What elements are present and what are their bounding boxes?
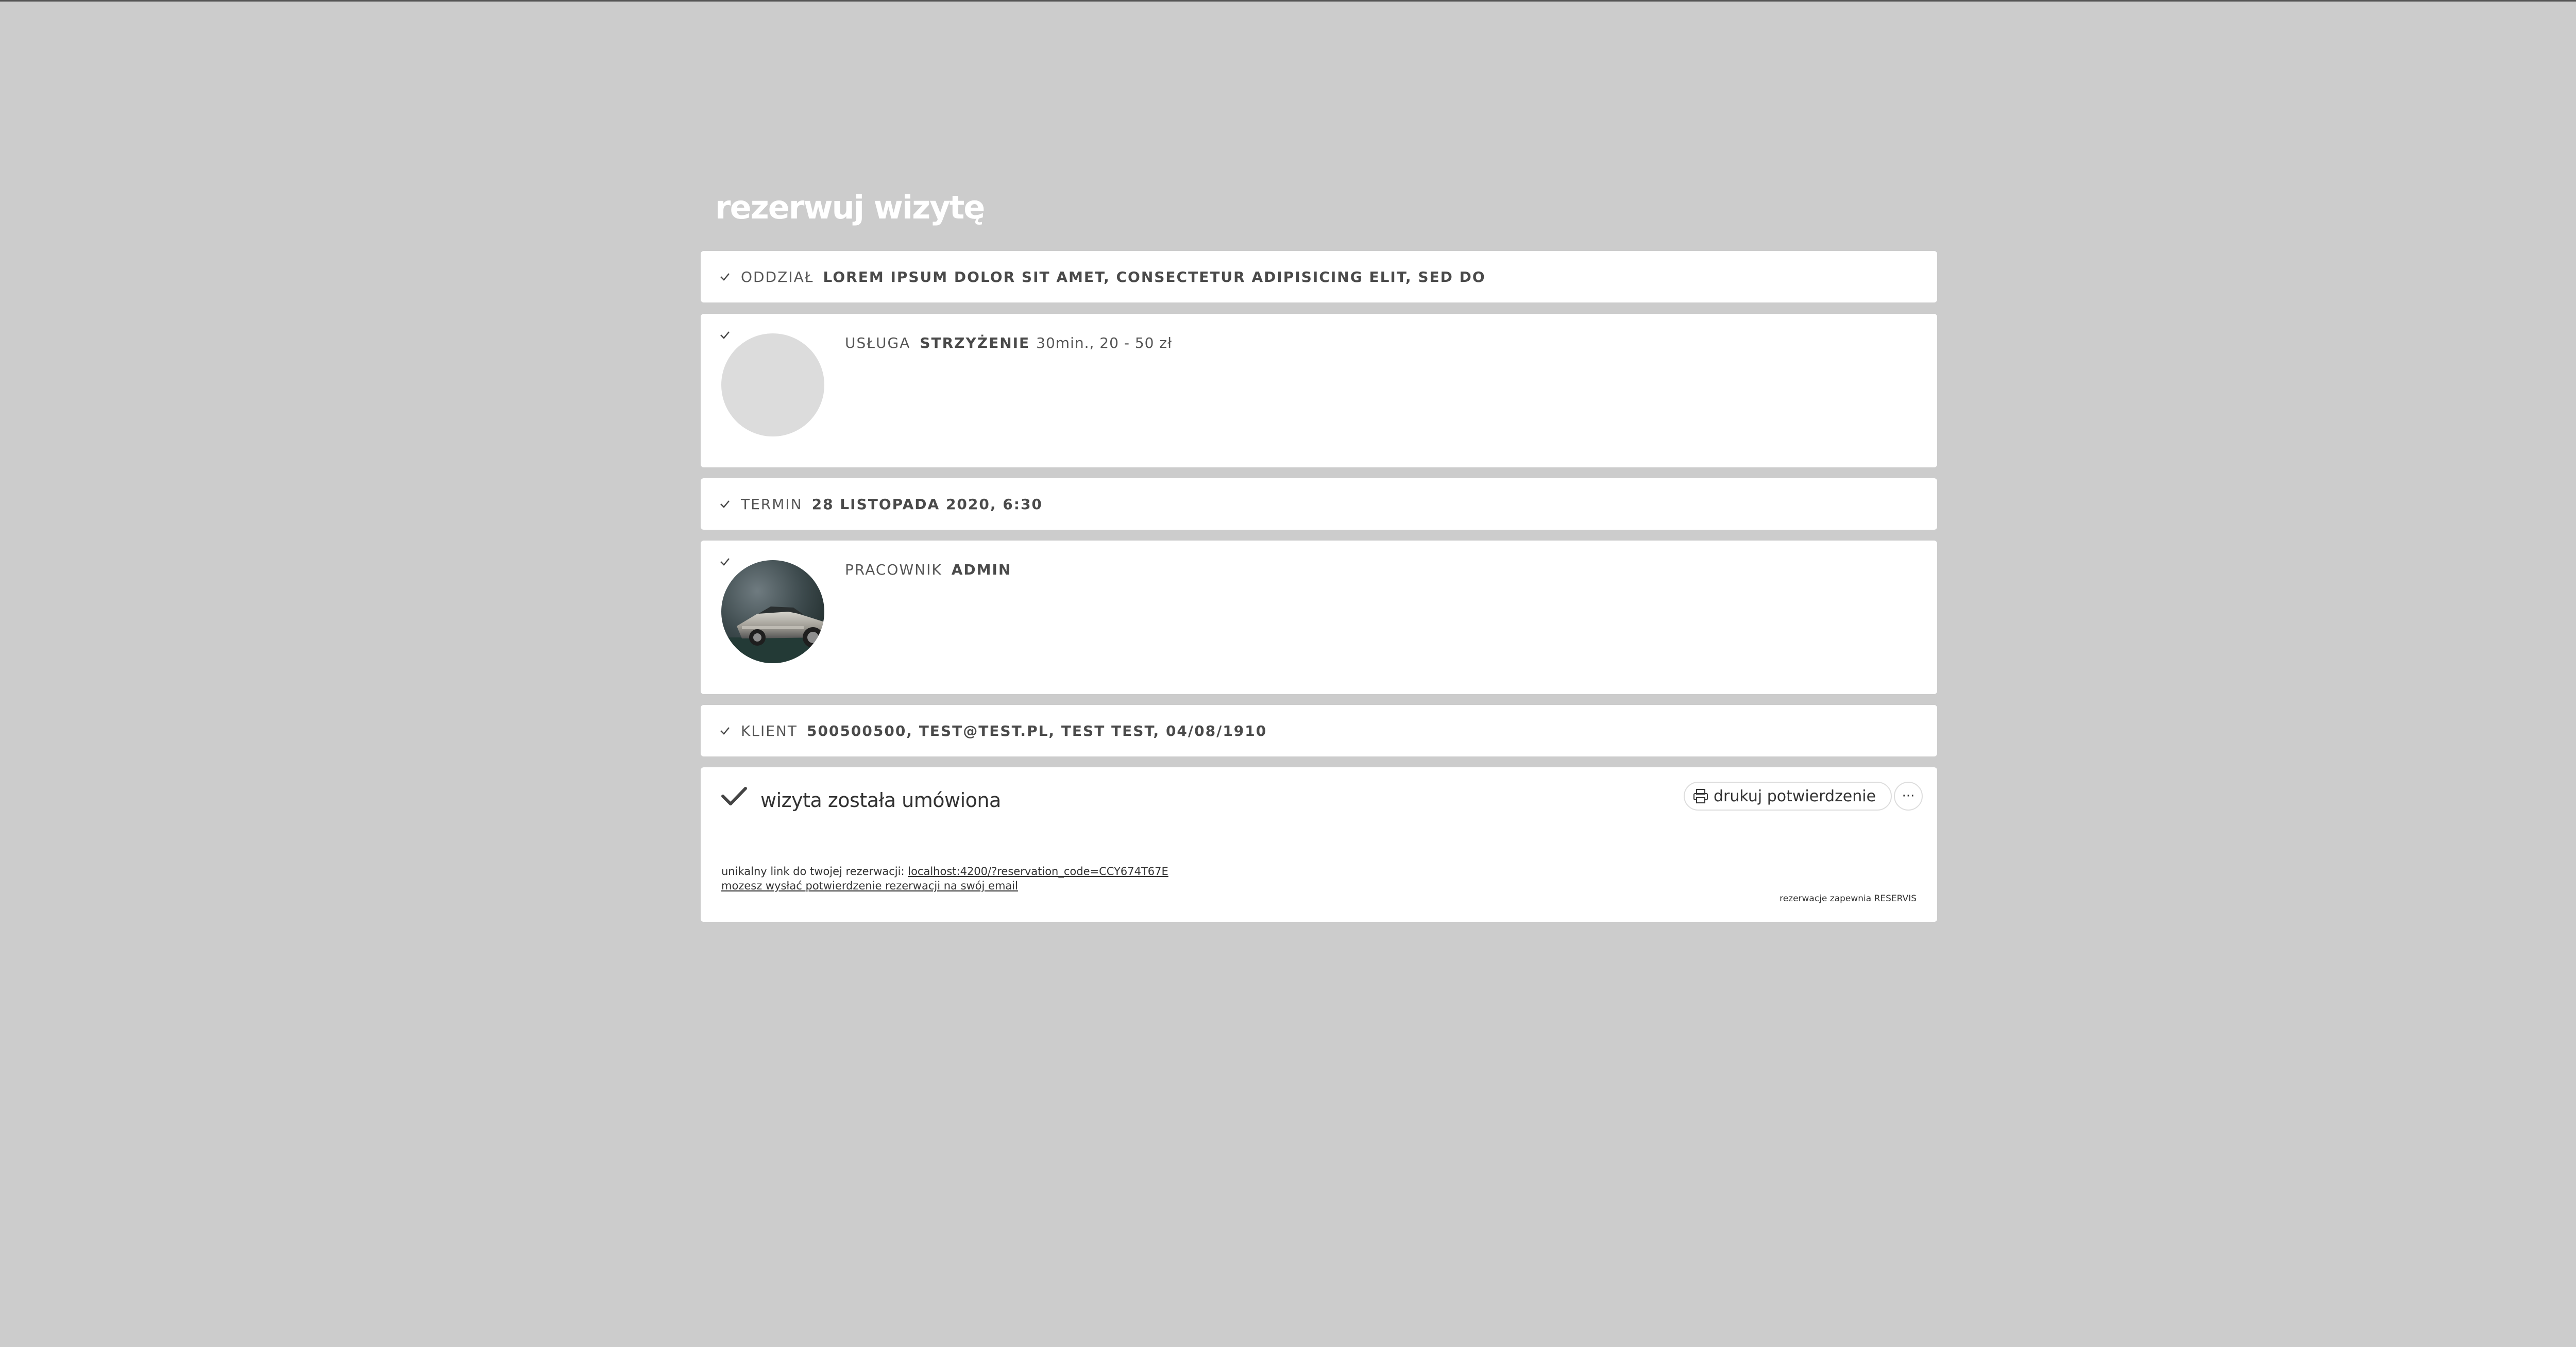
employee-label: PRACOWNIK — [845, 561, 942, 578]
check-icon — [720, 727, 730, 735]
more-icon: ··· — [1902, 788, 1915, 804]
branch-card[interactable]: ODDZIAŁ LOREM IPSUM DOLOR SIT AMET, CONSE… — [701, 251, 1937, 302]
email-confirmation-link[interactable]: mozesz wysłać potwierdzenie rezerwacji n… — [721, 880, 1018, 892]
branch-label: ODDZIAŁ — [741, 268, 814, 285]
print-confirmation-label: drukuj potwierdzenie — [1714, 787, 1876, 805]
service-card[interactable]: USŁUGA STRZYŻENIE 30min., 20 - 50 zł — [701, 314, 1937, 467]
powered-by-text: rezerwacje zapewnia RESERVIS — [1780, 894, 1917, 904]
check-icon — [720, 331, 730, 339]
reservation-link-prefix: unikalny link do twojej rezerwacji: — [721, 865, 905, 878]
check-icon — [720, 500, 730, 508]
service-avatar — [721, 333, 824, 436]
page-title: rezerwuj wizytę — [715, 189, 985, 226]
employee-avatar — [721, 560, 824, 663]
check-large-icon — [721, 787, 747, 805]
client-label: KLIENT — [741, 722, 798, 739]
check-icon — [720, 273, 730, 281]
printer-icon — [1693, 789, 1708, 803]
term-card[interactable]: TERMIN 28 LISTOPADA 2020, 6:30 — [701, 478, 1937, 530]
check-icon — [720, 558, 730, 566]
service-details: 30min., 20 - 50 zł — [1036, 334, 1173, 351]
employee-value: ADMIN — [951, 561, 1012, 578]
reservation-link[interactable]: localhost:4200/?reservation_code=CCY674T… — [908, 865, 1168, 878]
print-confirmation-button[interactable]: drukuj potwierdzenie — [1684, 782, 1892, 811]
car-photo-image — [721, 560, 824, 663]
client-value: 500500500, TEST@TEST.PL, TEST TEST, 04/0… — [806, 722, 1267, 739]
service-value: STRZYŻENIE — [920, 334, 1030, 351]
confirmation-title: wizyta została umówiona — [760, 789, 1001, 812]
window-top-border — [0, 0, 2576, 2]
employee-card[interactable]: PRACOWNIK ADMIN — [701, 541, 1937, 694]
client-card[interactable]: KLIENT 500500500, TEST@TEST.PL, TEST TEST… — [701, 705, 1937, 756]
confirmation-card: wizyta została umówiona drukuj potwierdz… — [701, 767, 1937, 922]
term-label: TERMIN — [741, 496, 803, 513]
reservation-link-row: unikalny link do twojej rezerwacji: loca… — [721, 866, 1168, 877]
term-value: 28 LISTOPADA 2020, 6:30 — [811, 496, 1043, 513]
service-label: USŁUGA — [845, 334, 911, 351]
more-options-button[interactable]: ··· — [1894, 782, 1923, 811]
branch-value: LOREM IPSUM DOLOR SIT AMET, CONSECTETUR … — [823, 268, 1486, 285]
